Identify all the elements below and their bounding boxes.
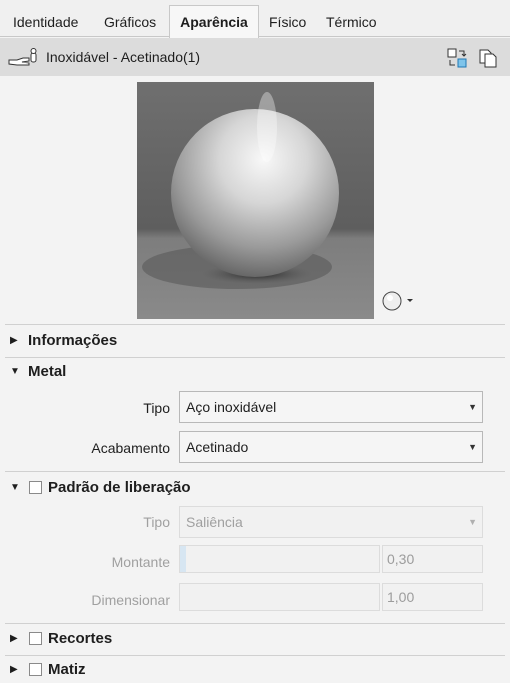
section-label: Recortes xyxy=(48,630,113,647)
metal-acabamento-label: Acabamento xyxy=(91,440,170,456)
section-label: Padrão de liberação xyxy=(48,479,191,496)
metal-tipo-select[interactable]: Aço inoxidável ▼ xyxy=(179,391,483,423)
divider xyxy=(5,324,505,325)
divider xyxy=(5,357,505,358)
dimensionar-value-input[interactable]: 1,00 xyxy=(382,583,483,611)
padrao-liberacao-checkbox[interactable] xyxy=(29,481,42,494)
section-informacoes[interactable]: ▶ Informações xyxy=(10,330,117,352)
section-label: Informações xyxy=(28,332,118,349)
divider xyxy=(5,471,505,472)
chevron-down-icon xyxy=(407,299,413,302)
divider xyxy=(5,623,505,624)
dropdown-arrow-icon: ▼ xyxy=(468,402,477,412)
pattern-montante-label: Montante xyxy=(111,554,170,570)
sphere-icon xyxy=(382,291,402,311)
replace-material-icon[interactable] xyxy=(446,47,468,69)
select-value: Aço inoxidável xyxy=(186,399,277,415)
expand-down-icon: ▼ xyxy=(10,366,20,378)
matiz-checkbox[interactable] xyxy=(29,663,42,676)
material-hand-icon xyxy=(8,48,37,66)
select-value: Acetinado xyxy=(186,439,249,455)
expand-right-icon: ▶ xyxy=(10,335,18,347)
duplicate-material-icon[interactable] xyxy=(477,47,499,69)
pattern-tipo-label: Tipo xyxy=(143,514,170,530)
material-preview xyxy=(137,82,374,319)
dropdown-arrow-icon: ▼ xyxy=(468,442,477,452)
expand-down-icon: ▼ xyxy=(10,482,20,494)
expand-right-icon: ▶ xyxy=(10,664,18,676)
slider-fill xyxy=(180,546,186,572)
tab-bar: Identidade Gráficos Aparência Físico Tér… xyxy=(0,0,510,38)
material-name: Inoxidável - Acetinado(1) xyxy=(46,49,201,65)
section-padrao-liberacao[interactable]: ▼ xyxy=(10,477,28,499)
section-label: Metal xyxy=(28,363,67,380)
montante-value-input[interactable]: 0,30 xyxy=(382,545,483,573)
tab-fisico[interactable]: Físico xyxy=(269,7,306,37)
tab-identidade[interactable]: Identidade xyxy=(13,7,78,37)
expand-right-icon: ▶ xyxy=(10,633,18,645)
material-header: Inoxidável - Acetinado(1) xyxy=(0,38,510,76)
recortes-checkbox[interactable] xyxy=(29,632,42,645)
tab-termico[interactable]: Térmico xyxy=(326,7,377,37)
pattern-tipo-select[interactable]: Saliência ▼ xyxy=(179,506,483,538)
metal-tipo-label: Tipo xyxy=(143,400,170,416)
preview-shape-menu[interactable] xyxy=(382,290,418,312)
dimensionar-slider[interactable] xyxy=(179,583,380,611)
section-recortes[interactable]: ▶ xyxy=(10,628,28,650)
tab-graficos[interactable]: Gráficos xyxy=(104,7,156,37)
pattern-dimensionar-label: Dimensionar xyxy=(91,592,170,608)
section-matiz[interactable]: ▶ xyxy=(10,659,28,681)
dropdown-arrow-icon: ▼ xyxy=(468,517,477,527)
metal-acabamento-select[interactable]: Acetinado ▼ xyxy=(179,431,483,463)
divider xyxy=(5,655,505,656)
section-label: Matiz xyxy=(48,661,86,678)
section-metal[interactable]: ▼ Metal xyxy=(10,361,66,383)
montante-slider[interactable] xyxy=(179,545,380,573)
tab-aparencia[interactable]: Aparência xyxy=(169,5,259,38)
select-value: Saliência xyxy=(186,514,243,530)
